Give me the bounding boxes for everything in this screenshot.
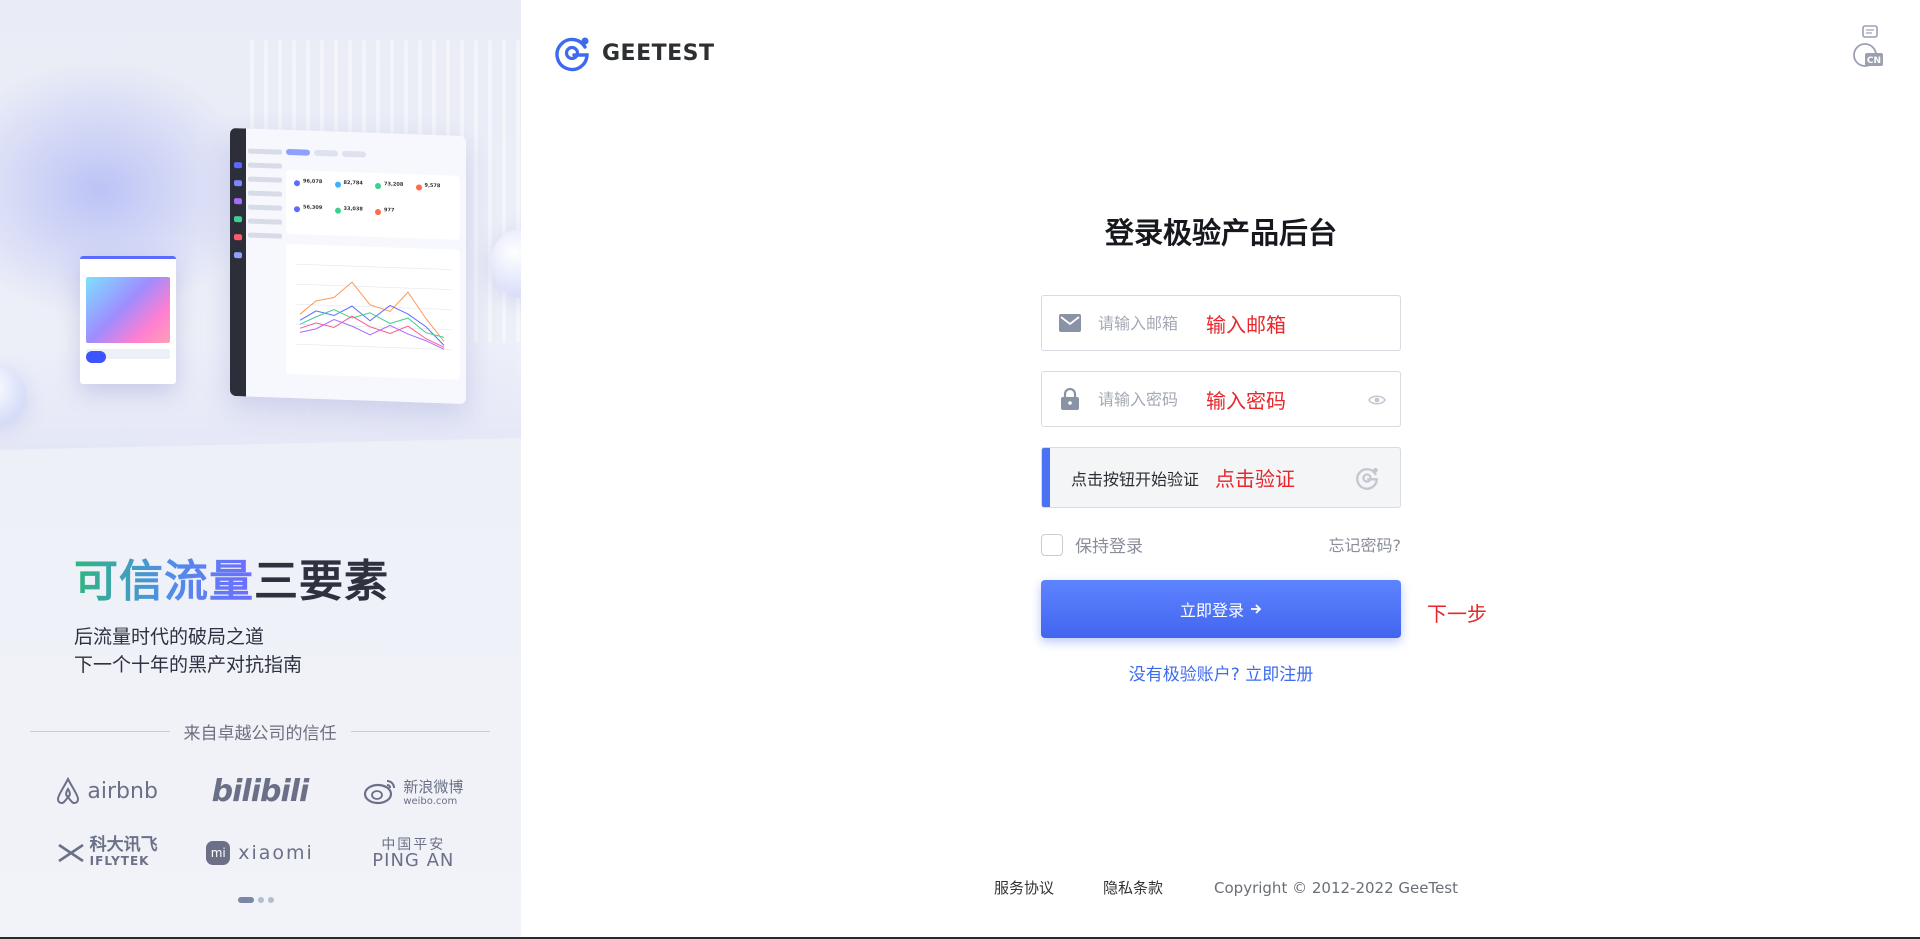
logo-airbnb: airbnb <box>30 770 183 812</box>
language-switcher[interactable]: CN <box>1850 20 1884 74</box>
logo-iflytek-en: IFLYTEK <box>89 854 150 868</box>
dashboard-mockup-body: 96,078 82,784 73,208 9,578 56,309 33,038… <box>286 140 460 398</box>
promo-slogan-rest: 三要素 <box>254 556 389 607</box>
language-icon: CN <box>1853 25 1883 67</box>
eye-icon <box>1368 395 1386 405</box>
language-code: CN <box>1867 56 1881 66</box>
captcha-card-go-button <box>86 351 106 363</box>
email-annotation: 输入邮箱 <box>1206 312 1286 337</box>
terms-link[interactable]: 服务协议 <box>994 877 1054 898</box>
captcha-card-image <box>86 277 170 343</box>
carousel-dot-3[interactable] <box>268 897 274 903</box>
captcha-verify-label: 点击按钮开始验证 <box>1071 469 1200 489</box>
logo-pingan: 中国平安 PING AN <box>337 832 490 874</box>
promo-subtitle: 后流量时代的破局之道 下一个十年的黑产对抗指南 <box>74 623 302 679</box>
promo-slogan: 可信流量三要素 <box>74 545 389 609</box>
brand-name: GEETEST <box>602 40 715 66</box>
captcha-card-mockup <box>80 256 176 384</box>
captcha-verify-accent <box>1042 448 1050 507</box>
logo-weibo: 新浪微博 weibo.com <box>337 770 490 812</box>
privacy-link[interactable]: 隐私条款 <box>1103 877 1163 898</box>
arrow-right-icon <box>1251 604 1262 614</box>
logo-iflytek-cn: 科大讯飞 <box>89 835 158 855</box>
email-field: 输入邮箱 <box>1041 295 1401 351</box>
xiaomi-icon: mi <box>206 841 231 865</box>
dashboard-mockup-menu <box>248 148 282 248</box>
remember-login-label: 保持登录 <box>1075 537 1143 557</box>
password-annotation: 输入密码 <box>1206 388 1286 413</box>
promo-subtitle-line1: 后流量时代的破局之道 <box>74 626 265 648</box>
captcha-verify-logo <box>1354 465 1380 495</box>
password-field-icon-wrap <box>1042 388 1098 410</box>
login-options: 保持登录 忘记密码? <box>1041 532 1401 558</box>
captcha-verify-button[interactable]: 点击按钮开始验证 点击验证 <box>1041 447 1401 508</box>
logo-weibo-en: weibo.com <box>403 795 458 807</box>
trust-divider-line-right <box>350 730 490 732</box>
logo-airbnb-text: airbnb <box>87 778 158 804</box>
copyright: Copyright © 2012-2022 GeeTest <box>1214 878 1459 897</box>
logo-iflytek-text: 科大讯飞 IFLYTEK <box>90 837 158 869</box>
dashboard-mockup-sidebar <box>230 127 246 397</box>
trust-divider-line-left <box>30 730 170 732</box>
logo-bilibili-text: bilibili <box>211 773 310 809</box>
mail-icon <box>1059 314 1081 332</box>
partner-logos: airbnb bilibili 新浪微博 weibo.com 科大讯飞 IFLY… <box>30 770 490 874</box>
dashboard-mockup-chart <box>286 243 460 380</box>
login-button[interactable]: 立即登录 <box>1041 580 1401 638</box>
remember-login[interactable]: 保持登录 <box>1041 532 1143 557</box>
logo-xiaomi-text: xiaomi <box>238 842 314 864</box>
register-link[interactable]: 没有极验账户? 立即注册 <box>1041 660 1401 685</box>
logo-xiaomi: mi xiaomi <box>183 832 336 874</box>
trust-title: 来自卓越公司的信任 <box>183 723 337 744</box>
show-password-toggle[interactable] <box>1368 392 1386 411</box>
geetest-captcha-icon <box>1356 467 1378 490</box>
remember-login-checkbox[interactable] <box>1041 533 1063 556</box>
promo-panel: 96,078 82,784 73,208 9,578 56,309 33,038… <box>0 0 521 937</box>
hero-illustration: 96,078 82,784 73,208 9,578 56,309 33,038… <box>0 0 521 500</box>
logo-weibo-cn: 新浪微博 <box>403 777 464 796</box>
lock-icon <box>1061 388 1079 410</box>
password-input[interactable] <box>1098 372 1206 426</box>
email-field-icon-wrap <box>1042 314 1098 332</box>
geetest-logo-icon <box>555 37 589 72</box>
captcha-verify-annotation: 点击验证 <box>1215 467 1296 491</box>
trust-divider: 来自卓越公司的信任 <box>30 720 490 744</box>
brand-logo: GEETEST <box>552 33 715 73</box>
iflytek-icon <box>57 843 84 863</box>
promo-subtitle-line2: 下一个十年的黑产对抗指南 <box>74 654 303 676</box>
forgot-password-link[interactable]: 忘记密码? <box>1329 532 1402 556</box>
weibo-icon <box>364 780 396 805</box>
login-button-label: 立即登录 <box>1179 601 1244 620</box>
footer: 服务协议 隐私条款 Copyright © 2012-2022 GeeTest <box>994 877 1458 898</box>
login-title: 登录极验产品后台 <box>1104 216 1337 250</box>
airbnb-icon <box>57 777 80 804</box>
logo-pingan-en: PING AN <box>372 850 455 871</box>
carousel-indicator <box>238 897 274 903</box>
logo-bilibili: bilibili <box>183 770 336 812</box>
logo-weibo-text: 新浪微博 weibo.com <box>403 776 463 807</box>
logo-iflytek: 科大讯飞 IFLYTEK <box>30 832 183 874</box>
dashboard-mockup: 96,078 82,784 73,208 9,578 56,309 33,038… <box>230 127 466 405</box>
dashboard-mockup-stats: 96,078 82,784 73,208 9,578 56,309 33,038… <box>286 169 460 240</box>
email-input[interactable] <box>1098 296 1206 350</box>
carousel-dot-2[interactable] <box>258 897 264 903</box>
carousel-dot-1[interactable] <box>238 897 254 903</box>
promo-slogan-highlight: 可信流量 <box>74 556 254 607</box>
password-field: 输入密码 <box>1041 371 1401 427</box>
dashboard-mockup-lines <box>296 263 451 350</box>
next-step-annotation: 下一步 <box>1427 602 1487 626</box>
